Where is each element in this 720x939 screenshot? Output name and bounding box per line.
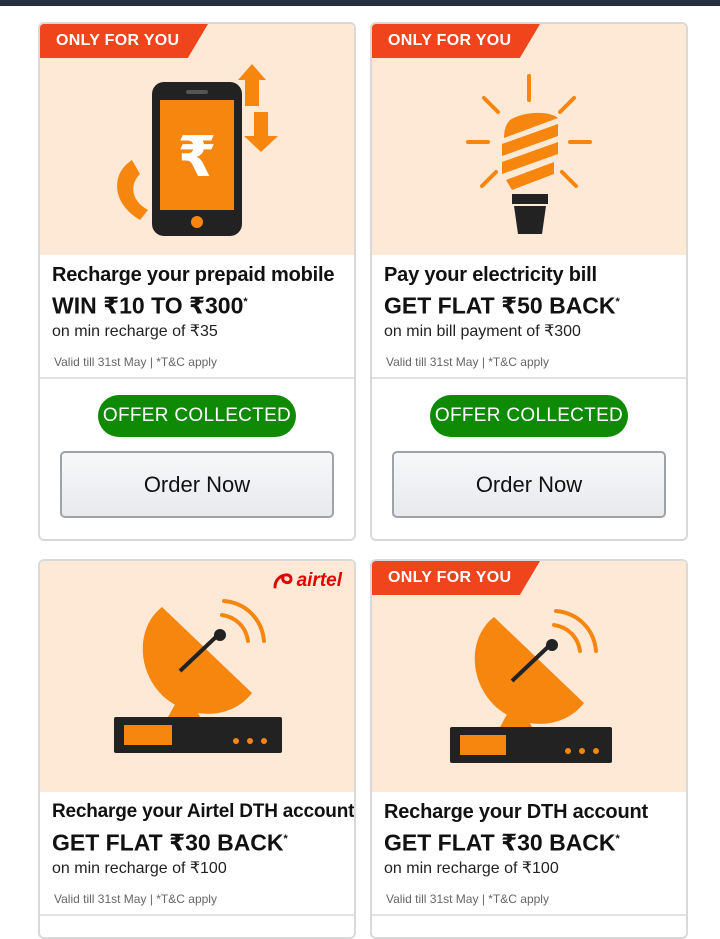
- offer-headline: WIN ₹10 TO ₹300*: [52, 287, 342, 321]
- offer-banner: ONLY FOR YOU: [372, 561, 686, 792]
- asterisk: *: [283, 833, 288, 845]
- offer-condition: on min recharge of ₹35: [52, 322, 218, 340]
- offer-headline-text: GET FLAT ₹30 BACK: [384, 829, 616, 856]
- offer-details: Pay your electricity bill GET FLAT ₹50 B…: [372, 255, 686, 379]
- satellite-dish-icon: [450, 609, 612, 763]
- offer-actions: OFFER COLLECTED Order Now: [372, 379, 686, 537]
- asterisk: *: [615, 296, 620, 308]
- airtel-wordmark: airtel: [296, 570, 342, 591]
- offer-card-mobile-recharge[interactable]: ₹ ONLY FOR YOU Recharge your prepaid mob…: [38, 22, 356, 541]
- offer-card-dth[interactable]: ONLY FOR YOU Recharge your DTH account G…: [370, 559, 688, 939]
- order-now-button[interactable]: Order Now: [392, 451, 666, 518]
- only-for-you-ribbon: ONLY FOR YOU: [372, 24, 540, 58]
- svg-text:₹: ₹: [178, 125, 217, 190]
- offer-headline: GET FLAT ₹30 BACK*: [52, 824, 342, 858]
- offer-collected-badge: OFFER COLLECTED: [430, 395, 628, 437]
- satellite-dish-icon: [114, 599, 282, 753]
- asterisk: *: [243, 296, 248, 308]
- offer-condition: on min recharge of ₹100: [52, 859, 227, 877]
- light-bulb-icon: [466, 74, 592, 234]
- offer-validity: Valid till 31st May | *T&C apply: [386, 892, 549, 906]
- offer-banner: ONLY FOR YOU: [372, 24, 686, 255]
- offer-headline-text: GET FLAT ₹30 BACK: [52, 829, 284, 856]
- asterisk: *: [615, 833, 620, 845]
- mobile-recharge-icon: ₹: [117, 64, 278, 236]
- offer-details: Recharge your prepaid mobile WIN ₹10 TO …: [40, 255, 354, 379]
- offer-validity: Valid till 31st May | *T&C apply: [54, 355, 217, 369]
- offer-card-airtel-dth[interactable]: airtel Recharge your Airtel DTH account …: [38, 559, 356, 939]
- offer-title: Pay your electricity bill: [384, 264, 597, 286]
- offer-headline: GET FLAT ₹30 BACK*: [384, 824, 674, 858]
- offer-details: Recharge your Airtel DTH account GET FLA…: [40, 792, 354, 916]
- offer-validity: Valid till 31st May | *T&C apply: [386, 355, 549, 369]
- offer-title: Recharge your Airtel DTH account: [52, 801, 355, 822]
- offer-validity: Valid till 31st May | *T&C apply: [54, 892, 217, 906]
- offer-headline-text: WIN ₹10 TO ₹300: [52, 292, 244, 319]
- offer-card-electricity-bill[interactable]: ONLY FOR YOU Pay your electricity bill G…: [370, 22, 688, 541]
- airtel-logo: airtel: [271, 569, 342, 593]
- offer-title: Recharge your DTH account: [384, 801, 648, 823]
- offer-headline-text: GET FLAT ₹50 BACK: [384, 292, 616, 319]
- offer-collected-badge: OFFER COLLECTED: [98, 395, 296, 437]
- offer-condition: on min bill payment of ₹300: [384, 322, 581, 340]
- offer-condition: on min recharge of ₹100: [384, 859, 559, 877]
- offer-details: Recharge your DTH account GET FLAT ₹30 B…: [372, 792, 686, 916]
- offer-banner: ₹ ONLY FOR YOU: [40, 24, 354, 255]
- order-now-button[interactable]: Order Now: [60, 451, 334, 518]
- only-for-you-ribbon: ONLY FOR YOU: [372, 561, 540, 595]
- top-bar: [0, 0, 720, 6]
- offer-headline: GET FLAT ₹50 BACK*: [384, 287, 674, 321]
- offer-title: Recharge your prepaid mobile: [52, 264, 335, 286]
- airtel-swirl-icon: [273, 573, 293, 589]
- offer-banner: airtel: [40, 561, 354, 792]
- offer-actions: OFFER COLLECTED Order Now: [40, 379, 354, 537]
- only-for-you-ribbon: ONLY FOR YOU: [40, 24, 208, 58]
